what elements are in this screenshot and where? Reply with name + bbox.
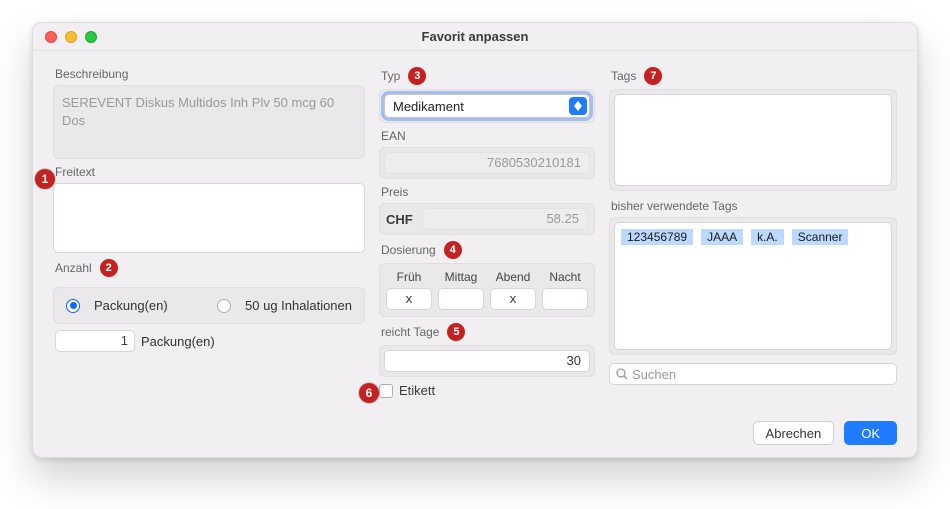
radio-inhalationen[interactable] — [217, 299, 231, 313]
annotation-7: 7 — [644, 67, 662, 85]
tag-search-input[interactable]: Suchen — [609, 363, 897, 385]
annotation-1: 1 — [35, 169, 55, 189]
typ-label-text: Typ — [381, 69, 400, 83]
window-title: Favorit anpassen — [33, 29, 917, 44]
tag-item[interactable]: 123456789 — [621, 229, 693, 245]
column-left: Beschreibung SEREVENT Diskus Multidos In… — [53, 61, 365, 398]
typ-select[interactable]: Medikament — [384, 94, 590, 118]
tag-item[interactable]: k.A. — [751, 229, 784, 245]
annotation-4: 4 — [444, 241, 462, 259]
anzahl-label-text: Anzahl — [55, 261, 92, 275]
column-middle: Typ 3 Medikament EAN 7680530210181 — [379, 61, 595, 398]
dosierung-grid: Früh x Mittag Abend x Nacht — [386, 270, 588, 310]
dialog-window: Favorit anpassen Beschreibung SEREVENT D… — [32, 22, 918, 458]
search-icon — [616, 368, 628, 380]
anzahl-label: Anzahl 2 — [55, 259, 363, 277]
chevron-updown-icon — [569, 97, 587, 115]
dos-cell-1[interactable] — [438, 288, 484, 310]
dosierung-label-text: Dosierung — [381, 243, 436, 257]
radio-packungen-label: Packung(en) — [94, 298, 207, 313]
ean-field: 7680530210181 — [384, 152, 590, 174]
content: Beschreibung SEREVENT Diskus Multidos In… — [33, 51, 917, 457]
ok-button[interactable]: OK — [844, 421, 897, 445]
dos-cell-2[interactable]: x — [490, 288, 536, 310]
freitext-label: Freitext — [55, 165, 363, 179]
footer-buttons: Abrechen OK — [753, 421, 897, 445]
tags-box[interactable] — [614, 94, 892, 186]
dos-cell-3[interactable] — [542, 288, 588, 310]
etikett-checkbox[interactable] — [379, 384, 393, 398]
ean-label: EAN — [381, 129, 593, 143]
radio-inhalationen-label: 50 ug Inhalationen — [245, 298, 352, 313]
dos-hd-1: Mittag — [438, 270, 484, 284]
titlebar: Favorit anpassen — [33, 23, 917, 51]
used-tags-label: bisher verwendete Tags — [611, 199, 895, 213]
dos-hd-0: Früh — [386, 270, 432, 284]
tags-label: Tags 7 — [611, 67, 895, 85]
tag-item[interactable]: JAAA — [701, 229, 743, 245]
reicht-label: reicht Tage 5 — [381, 323, 593, 341]
tag-item[interactable]: Scanner — [792, 229, 849, 245]
dos-hd-3: Nacht — [542, 270, 588, 284]
typ-select-value: Medikament — [393, 99, 569, 114]
search-placeholder: Suchen — [632, 367, 676, 382]
tags-label-text: Tags — [611, 69, 636, 83]
annotation-3: 3 — [408, 67, 426, 85]
preis-label: Preis — [381, 185, 593, 199]
reicht-label-text: reicht Tage — [381, 325, 439, 339]
annotation-6: 6 — [359, 383, 379, 403]
dos-cell-0[interactable]: x — [386, 288, 432, 310]
chf-label: CHF — [386, 212, 416, 227]
typ-label: Typ 3 — [381, 67, 593, 85]
used-tags-list: 123456789 JAAA k.A. Scanner — [614, 222, 892, 350]
anzahl-panel: Packung(en) 50 ug Inhalationen — [53, 287, 365, 324]
cancel-button[interactable]: Abrechen — [753, 421, 835, 445]
dos-hd-2: Abend — [490, 270, 536, 284]
beschreibung-field: SEREVENT Diskus Multidos Inh Plv 50 mcg … — [53, 85, 365, 159]
etikett-label: Etikett — [399, 383, 435, 398]
column-right: Tags 7 bisher verwendete Tags 123456789 … — [609, 61, 897, 398]
freitext-input[interactable] — [53, 183, 365, 253]
quantity-input[interactable]: 1 — [55, 330, 135, 352]
preis-field: 58.25 — [422, 208, 588, 230]
annotation-2: 2 — [100, 259, 118, 277]
radio-packungen[interactable] — [66, 299, 80, 313]
quantity-unit: Packung(en) — [141, 334, 215, 349]
reicht-input[interactable]: 30 — [384, 350, 590, 372]
beschreibung-label: Beschreibung — [55, 67, 363, 81]
dosierung-label: Dosierung 4 — [381, 241, 593, 259]
annotation-5: 5 — [447, 323, 465, 341]
